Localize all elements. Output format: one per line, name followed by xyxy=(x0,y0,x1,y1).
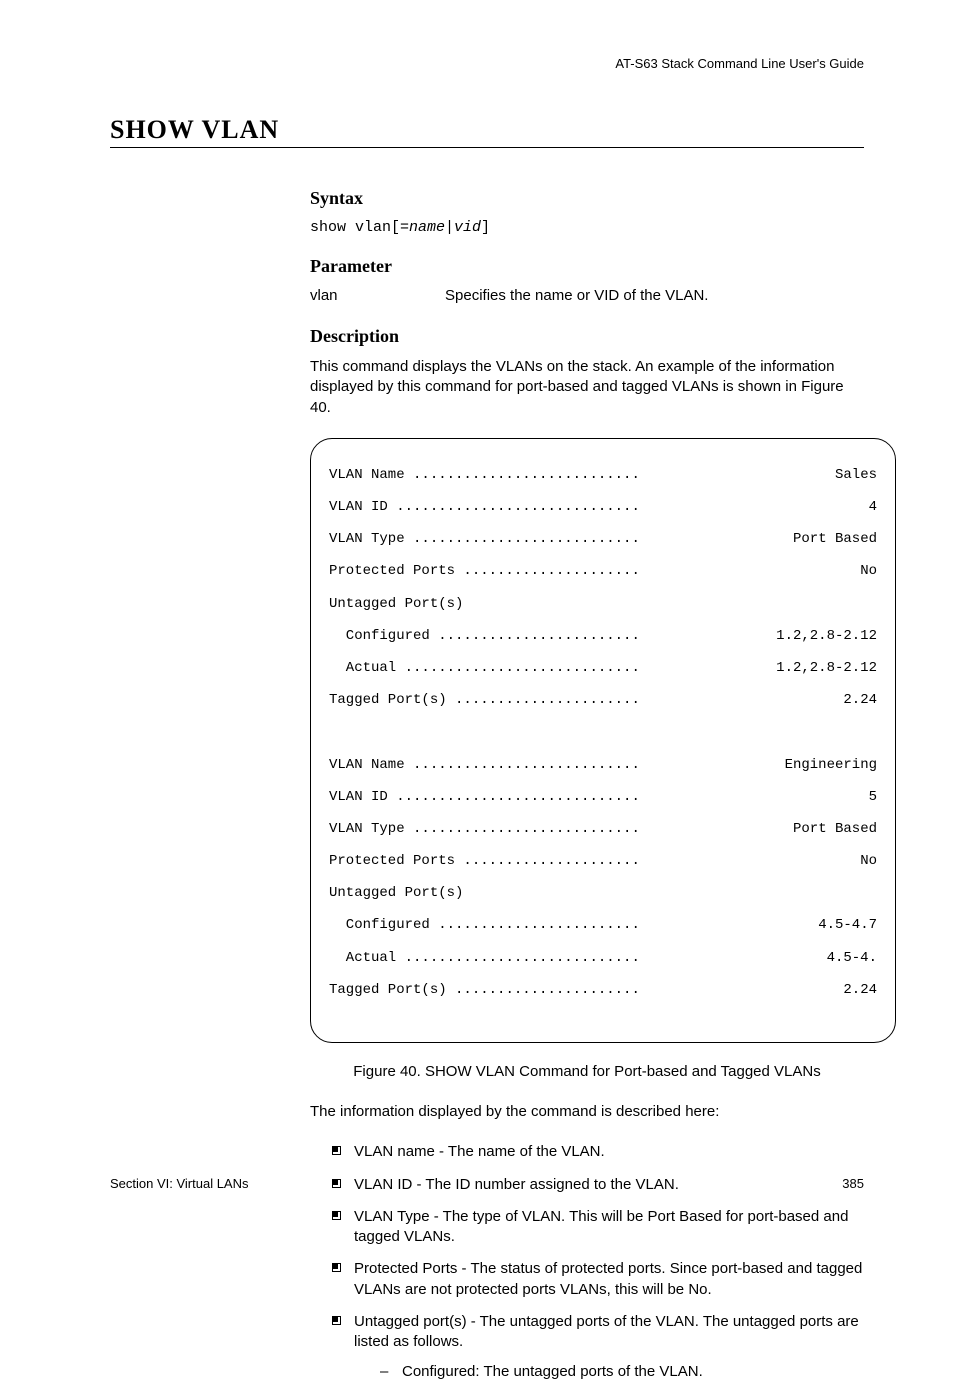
t2-act-v: 4.5-4. xyxy=(823,950,877,966)
t2-name-k: VLAN Name xyxy=(329,757,413,773)
t1-tag-v: 2.24 xyxy=(839,692,877,708)
t2-act-k: Actual xyxy=(329,950,405,966)
bullet-item: VLAN name - The name of the VLAN. xyxy=(332,1142,864,1162)
t1-name-v: Sales xyxy=(831,467,877,483)
dots: ..................... xyxy=(463,853,856,869)
t1-act-k: Actual xyxy=(329,660,405,676)
t2-conf-k: Configured xyxy=(329,917,438,933)
dots: ........................ xyxy=(438,628,772,644)
post-para: The information displayed by the command… xyxy=(310,1102,864,1122)
dots: ........................... xyxy=(413,531,789,547)
t1-id-k: VLAN ID xyxy=(329,499,396,515)
syntax-command: show vlan[=name|vid] xyxy=(310,219,864,236)
parameter-desc: Specifies the name or VID of the VLAN. xyxy=(445,287,864,304)
t1-prot-k: Protected Ports xyxy=(329,563,463,579)
header-guide: AT-S63 Stack Command Line User's Guide xyxy=(110,56,864,71)
t2-tag-k: Tagged Port(s) xyxy=(329,982,455,998)
dots: ........................ xyxy=(438,917,814,933)
bullet-item: VLAN Type - The type of VLAN. This will … xyxy=(332,1207,864,1248)
dots: ........................... xyxy=(413,467,831,483)
dots: ..................... xyxy=(463,563,856,579)
description-para: This command displays the VLANs on the s… xyxy=(310,357,864,418)
syntax-italic: name|vid xyxy=(409,219,481,236)
t1-name-k: VLAN Name xyxy=(329,467,413,483)
dots: ............................ xyxy=(405,660,773,676)
terminal-output: VLAN Name ...........................Sal… xyxy=(310,438,896,1043)
footer-section: Section VI: Virtual LANs xyxy=(110,1176,249,1191)
t2-id-v: 5 xyxy=(865,789,877,805)
sub-list: Configured: The untagged ports of the VL… xyxy=(354,1362,864,1382)
syntax-prefix: show vlan[= xyxy=(310,219,409,236)
t2-prot-v: No xyxy=(856,853,877,869)
t2-id-k: VLAN ID xyxy=(329,789,396,805)
bullet-item: Protected Ports - The status of protecte… xyxy=(332,1259,864,1300)
t2-name-v: Engineering xyxy=(781,757,877,773)
dots: ...................... xyxy=(455,982,839,998)
t1-tag-k: Tagged Port(s) xyxy=(329,692,455,708)
parameter-key: vlan xyxy=(310,287,445,304)
t2-type-k: VLAN Type xyxy=(329,821,413,837)
syntax-heading: Syntax xyxy=(310,188,864,209)
page-title: SHOW VLAN xyxy=(110,115,864,148)
dots: ............................. xyxy=(396,789,864,805)
figure-caption: Figure 40. SHOW VLAN Command for Port-ba… xyxy=(310,1063,864,1080)
t1-conf-v: 1.2,2.8-2.12 xyxy=(772,628,877,644)
bullet-item: Untagged port(s) - The untagged ports of… xyxy=(332,1312,864,1383)
description-heading: Description xyxy=(310,326,864,347)
dots: ........................... xyxy=(413,757,781,773)
t2-tag-v: 2.24 xyxy=(839,982,877,998)
t2-type-v: Port Based xyxy=(789,821,877,837)
bullet-text: Untagged port(s) - The untagged ports of… xyxy=(354,1313,859,1350)
dots: ...................... xyxy=(455,692,839,708)
footer-page-number: 385 xyxy=(842,1176,864,1191)
t1-prot-v: No xyxy=(856,563,877,579)
page-footer: Section VI: Virtual LANs 385 xyxy=(110,1176,864,1191)
t1-untag: Untagged Port(s) xyxy=(329,596,463,612)
parameter-row: vlan Specifies the name or VID of the VL… xyxy=(310,287,864,304)
t2-conf-v: 4.5-4.7 xyxy=(814,917,877,933)
syntax-suffix: ] xyxy=(481,219,490,236)
dots: ............................ xyxy=(405,950,823,966)
t2-prot-k: Protected Ports xyxy=(329,853,463,869)
t1-act-v: 1.2,2.8-2.12 xyxy=(772,660,877,676)
t1-id-v: 4 xyxy=(865,499,877,515)
parameter-heading: Parameter xyxy=(310,256,864,277)
t1-conf-k: Configured xyxy=(329,628,438,644)
t2-untag: Untagged Port(s) xyxy=(329,885,463,901)
dots: ........................... xyxy=(413,821,789,837)
sub-item: Configured: The untagged ports of the VL… xyxy=(380,1362,864,1382)
t1-type-k: VLAN Type xyxy=(329,531,413,547)
dots: ............................. xyxy=(396,499,864,515)
t1-type-v: Port Based xyxy=(789,531,877,547)
